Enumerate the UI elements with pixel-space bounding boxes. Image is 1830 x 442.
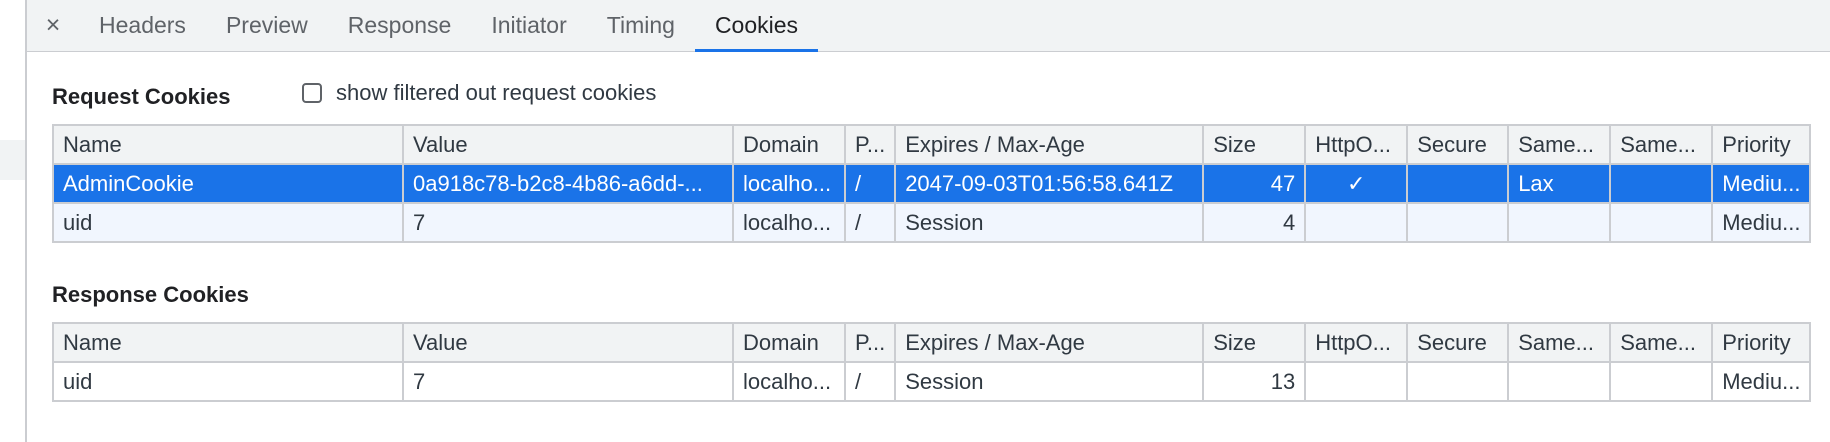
response-cookies-title: Response Cookies bbox=[52, 282, 249, 307]
list-row[interactable] bbox=[0, 140, 25, 180]
cookie-domain[interactable]: localho... bbox=[732, 361, 846, 402]
cookie-size[interactable]: 4 bbox=[1202, 202, 1307, 243]
cookie-samesite[interactable]: Lax bbox=[1507, 163, 1612, 204]
column-header-value[interactable]: Value bbox=[402, 322, 734, 363]
cookie-expires[interactable]: Session bbox=[894, 202, 1205, 243]
cookie-secure[interactable] bbox=[1406, 163, 1510, 204]
column-header-samesite[interactable]: Same... bbox=[1507, 322, 1612, 363]
cookie-httponly[interactable] bbox=[1304, 202, 1409, 243]
cookie-path[interactable]: / bbox=[843, 202, 897, 243]
tab-preview[interactable]: Preview bbox=[206, 0, 328, 51]
cookie-name[interactable]: uid bbox=[52, 202, 404, 243]
close-icon[interactable]: × bbox=[27, 0, 79, 51]
column-header-domain[interactable]: Domain bbox=[732, 322, 846, 363]
table-row[interactable]: uid 7 localho... / Session 4 Mediu... bbox=[52, 202, 1812, 243]
cookie-value[interactable]: 7 bbox=[402, 361, 734, 402]
column-header-httponly[interactable]: HttpO... bbox=[1304, 124, 1409, 165]
response-cookies-table: Name Value Domain P... Expires / Max-Age… bbox=[52, 322, 1812, 402]
cookie-value[interactable]: 0a918c78-b2c8-4b86-a6dd-... bbox=[402, 163, 734, 204]
cookie-name[interactable]: AdminCookie bbox=[52, 163, 404, 204]
column-header-secure[interactable]: Secure bbox=[1406, 322, 1510, 363]
column-header-sameparty[interactable]: Same... bbox=[1609, 124, 1714, 165]
cookie-value[interactable]: 7 bbox=[402, 202, 734, 243]
cookie-priority[interactable]: Mediu... bbox=[1711, 361, 1812, 402]
column-header-secure[interactable]: Secure bbox=[1406, 124, 1510, 165]
cookie-size[interactable]: 13 bbox=[1202, 361, 1307, 402]
column-header-sameparty[interactable]: Same... bbox=[1609, 322, 1714, 363]
column-header-name[interactable]: Name bbox=[52, 322, 404, 363]
cookie-secure[interactable] bbox=[1406, 361, 1510, 402]
column-header-path[interactable]: P... bbox=[843, 322, 897, 363]
column-header-domain[interactable]: Domain bbox=[732, 124, 846, 165]
column-header-path[interactable]: P... bbox=[843, 124, 897, 165]
cookie-domain[interactable]: localho... bbox=[732, 202, 846, 243]
cookie-path[interactable]: / bbox=[843, 361, 897, 402]
request-list-edge[interactable] bbox=[0, 0, 27, 442]
cookie-secure[interactable] bbox=[1406, 202, 1510, 243]
detail-tabs: × Headers Preview Response Initiator Tim… bbox=[27, 0, 1830, 52]
cookie-samesite[interactable] bbox=[1507, 361, 1612, 402]
tab-response[interactable]: Response bbox=[328, 0, 472, 51]
list-row[interactable] bbox=[0, 220, 25, 260]
column-header-httponly[interactable]: HttpO... bbox=[1304, 322, 1409, 363]
cookie-sameparty[interactable] bbox=[1609, 163, 1714, 204]
show-filtered-checkbox[interactable] bbox=[302, 83, 322, 103]
column-header-priority[interactable]: Priority bbox=[1711, 124, 1812, 165]
cookie-expires[interactable]: Session bbox=[894, 361, 1205, 402]
column-header-expires[interactable]: Expires / Max-Age bbox=[894, 322, 1205, 363]
show-filtered-toggle[interactable]: show filtered out request cookies bbox=[302, 80, 656, 106]
cookie-sameparty[interactable] bbox=[1609, 202, 1714, 243]
column-header-samesite[interactable]: Same... bbox=[1507, 124, 1612, 165]
devtools-network-panel: × Headers Preview Response Initiator Tim… bbox=[0, 0, 1830, 442]
request-cookies-table: Name Value Domain P... Expires / Max-Age… bbox=[52, 124, 1812, 243]
tab-timing[interactable]: Timing bbox=[587, 0, 695, 51]
table-header-row: Name Value Domain P... Expires / Max-Age… bbox=[52, 322, 1812, 363]
cookie-domain[interactable]: localho... bbox=[732, 163, 846, 204]
cookie-samesite[interactable] bbox=[1507, 202, 1612, 243]
cookie-httponly[interactable] bbox=[1304, 361, 1409, 402]
column-header-value[interactable]: Value bbox=[402, 124, 734, 165]
cookie-httponly[interactable]: ✓ bbox=[1304, 163, 1409, 204]
list-row[interactable] bbox=[0, 52, 25, 92]
cookie-size[interactable]: 47 bbox=[1202, 163, 1307, 204]
cookie-priority[interactable]: Mediu... bbox=[1711, 202, 1812, 243]
table-row[interactable]: AdminCookie 0a918c78-b2c8-4b86-a6dd-... … bbox=[52, 163, 1812, 204]
cookie-path[interactable]: / bbox=[843, 163, 897, 204]
cookie-name[interactable]: uid bbox=[52, 361, 404, 402]
tab-cookies[interactable]: Cookies bbox=[694, 0, 819, 52]
column-header-name[interactable]: Name bbox=[52, 124, 404, 165]
column-header-priority[interactable]: Priority bbox=[1711, 322, 1812, 363]
cookie-expires[interactable]: 2047-09-03T01:56:58.641Z bbox=[894, 163, 1205, 204]
tab-headers[interactable]: Headers bbox=[79, 0, 206, 51]
column-header-size[interactable]: Size bbox=[1202, 322, 1307, 363]
tab-initiator[interactable]: Initiator bbox=[471, 0, 586, 51]
cookies-view: Request Cookies show filtered out reques… bbox=[27, 52, 1830, 442]
cookie-priority[interactable]: Mediu... bbox=[1711, 163, 1812, 204]
request-cookies-title: Request Cookies bbox=[52, 84, 231, 109]
column-header-expires[interactable]: Expires / Max-Age bbox=[894, 124, 1205, 165]
column-header-size[interactable]: Size bbox=[1202, 124, 1307, 165]
table-row[interactable]: uid 7 localho... / Session 13 Mediu... bbox=[52, 361, 1812, 402]
show-filtered-label: show filtered out request cookies bbox=[336, 80, 657, 105]
cookie-sameparty[interactable] bbox=[1609, 361, 1714, 402]
table-header-row: Name Value Domain P... Expires / Max-Age… bbox=[52, 124, 1812, 165]
